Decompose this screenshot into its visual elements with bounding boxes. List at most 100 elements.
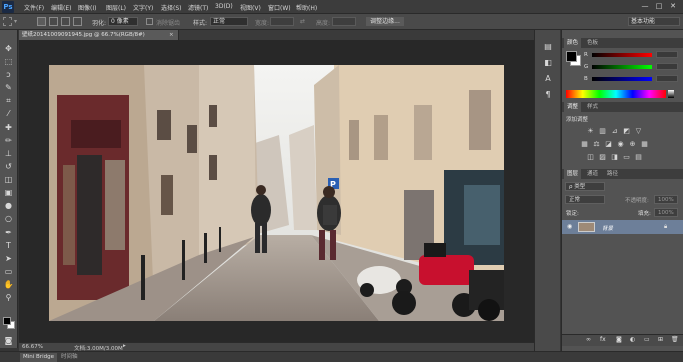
document-tab[interactable]: 壁纸20141009091945.jpg @ 66.7%(RGB/8#) ×	[19, 30, 179, 40]
zoom-tool-icon[interactable]: ⚲	[3, 292, 14, 303]
tab-color[interactable]: 颜色	[564, 38, 582, 48]
delete-layer-icon[interactable]: 🗑︎	[671, 336, 679, 343]
zoom-level[interactable]: 66.67%	[22, 344, 43, 350]
link-layers-icon[interactable]: ∞	[586, 336, 591, 343]
type-tool-icon[interactable]: T	[3, 240, 14, 251]
visibility-eye-icon[interactable]: ◉	[567, 223, 572, 230]
minimize-button[interactable]: —	[640, 2, 650, 11]
color-balance-icon[interactable]: ⚖	[592, 140, 601, 148]
fill-input[interactable]: 100%	[654, 208, 678, 217]
close-window-button[interactable]: ✕	[668, 2, 678, 11]
character-panel-icon[interactable]: A	[543, 74, 553, 84]
foreground-color-swatch[interactable]	[3, 317, 11, 325]
move-tool-icon[interactable]: ✥	[3, 43, 14, 54]
hue-saturation-icon[interactable]: ▦	[580, 140, 589, 148]
maximize-button[interactable]: □	[654, 2, 664, 11]
healing-brush-tool-icon[interactable]: ✚	[3, 122, 14, 133]
vibrance-icon[interactable]: ▽	[634, 127, 643, 135]
menu-help[interactable]: 帮助(H)	[296, 3, 317, 12]
paragraph-panel-icon[interactable]: ¶	[543, 90, 553, 100]
layer-mask-icon[interactable]: ◙	[616, 336, 622, 343]
menu-window[interactable]: 窗口(W)	[268, 3, 291, 12]
tab-layers[interactable]: 图层	[564, 169, 582, 179]
marquee-tool-icon[interactable]: ⬚	[3, 56, 14, 67]
dodge-tool-icon[interactable]: ○	[3, 213, 14, 224]
menu-3d[interactable]: 3D(D)	[215, 3, 233, 10]
clone-stamp-tool-icon[interactable]: ⊥	[3, 148, 14, 159]
selective-color-icon[interactable]: ▤	[634, 153, 643, 161]
layer-row-background[interactable]: ◉ 背景 🔒︎	[562, 220, 683, 234]
eyedropper-tool-icon[interactable]: ⁄	[3, 108, 14, 119]
pen-tool-icon[interactable]: ✒	[3, 227, 14, 238]
feather-input[interactable]: 0 像素	[108, 17, 138, 26]
blur-tool-icon[interactable]: ●	[3, 200, 14, 211]
channel-mixer-icon[interactable]: ⊕	[628, 140, 637, 148]
path-select-tool-icon[interactable]: ➤	[3, 253, 14, 264]
properties-panel-icon[interactable]: ◧	[543, 58, 553, 68]
layer-style-icon[interactable]: fx	[600, 336, 606, 343]
menu-filter[interactable]: 滤镜(T)	[188, 3, 208, 12]
menu-type[interactable]: 文字(Y)	[133, 3, 153, 12]
status-arrow-icon[interactable]: ▸	[123, 343, 126, 349]
photo-filter-icon[interactable]: ◉	[616, 140, 625, 148]
hand-tool-icon[interactable]: ✋	[3, 279, 14, 290]
swap-icon[interactable]: ⇄	[300, 18, 305, 25]
menu-select[interactable]: 选择(S)	[161, 3, 182, 12]
curves-icon[interactable]: ⊿	[610, 127, 619, 135]
eraser-tool-icon[interactable]: ◫	[3, 174, 14, 185]
marquee-preset-icon[interactable]	[3, 17, 12, 26]
tab-swatches[interactable]: 色板	[584, 38, 601, 48]
refine-edge-button[interactable]: 调整边缘...	[366, 17, 404, 26]
tab-channels[interactable]: 通道	[584, 169, 601, 179]
tab-adjustments[interactable]: 调整	[564, 102, 582, 112]
black-white-icon[interactable]: ◪	[604, 140, 613, 148]
gradient-map-icon[interactable]: ▭	[622, 153, 631, 161]
history-brush-tool-icon[interactable]: ↺	[3, 161, 14, 172]
adjustment-layer-icon[interactable]: ◐	[630, 336, 635, 343]
menu-layer[interactable]: 图层(L)	[106, 3, 126, 12]
menu-edit[interactable]: 编辑(E)	[51, 3, 71, 12]
gradient-tool-icon[interactable]: ▣	[3, 187, 14, 198]
menu-file[interactable]: 文件(F)	[24, 3, 44, 12]
tab-styles[interactable]: 样式	[584, 102, 601, 112]
new-group-icon[interactable]: ▭	[644, 336, 650, 343]
layer-kind-filter[interactable]: ρ 类型	[565, 182, 605, 191]
menu-view[interactable]: 视图(V)	[240, 3, 261, 12]
tab-mini-bridge[interactable]: Mini Bridge	[20, 353, 57, 362]
brightness-icon[interactable]: ☀	[586, 127, 595, 135]
quick-select-tool-icon[interactable]: ✎	[3, 82, 14, 93]
intersect-selection-icon[interactable]	[73, 17, 82, 26]
width-input[interactable]	[270, 17, 294, 26]
add-selection-icon[interactable]	[49, 17, 58, 26]
new-layer-icon[interactable]: ⊞	[658, 336, 663, 343]
close-document-icon[interactable]: ×	[169, 30, 174, 40]
history-panel-icon[interactable]: ▤	[543, 42, 553, 52]
blend-mode-select[interactable]: 正常	[565, 195, 605, 204]
color-spectrum[interactable]	[566, 90, 666, 98]
color-lookup-icon[interactable]: ▦	[640, 140, 649, 148]
tab-paths[interactable]: 路径	[604, 169, 621, 179]
invert-icon[interactable]: ◫	[586, 153, 595, 161]
opacity-input[interactable]: 100%	[654, 195, 678, 204]
lasso-tool-icon[interactable]: ↄ	[3, 69, 14, 80]
subtract-selection-icon[interactable]	[61, 17, 70, 26]
antialias-checkbox[interactable]	[146, 18, 153, 25]
levels-icon[interactable]: ▥	[598, 127, 607, 135]
threshold-icon[interactable]: ◨	[610, 153, 619, 161]
quick-mask-icon[interactable]: ◙	[3, 335, 14, 346]
posterize-icon[interactable]: ▨	[598, 153, 607, 161]
height-input[interactable]	[332, 17, 356, 26]
menu-image[interactable]: 图像(I)	[78, 3, 96, 12]
bw-ramp[interactable]	[668, 90, 674, 98]
color-panel-foreground-swatch[interactable]	[566, 51, 577, 62]
tab-timeline[interactable]: 时间轴	[58, 353, 81, 362]
street-photo[interactable]: P	[49, 65, 504, 321]
style-select[interactable]: 正常	[210, 17, 248, 26]
workspace-select[interactable]: 基本功能	[628, 17, 680, 26]
shape-tool-icon[interactable]: ▭	[3, 266, 14, 277]
brush-tool-icon[interactable]: ✏	[3, 135, 14, 146]
exposure-icon[interactable]: ◩	[622, 127, 631, 135]
preset-chevron-icon[interactable]: ▾	[14, 18, 17, 25]
crop-tool-icon[interactable]: ⌗	[3, 95, 14, 106]
new-selection-icon[interactable]	[37, 17, 46, 26]
